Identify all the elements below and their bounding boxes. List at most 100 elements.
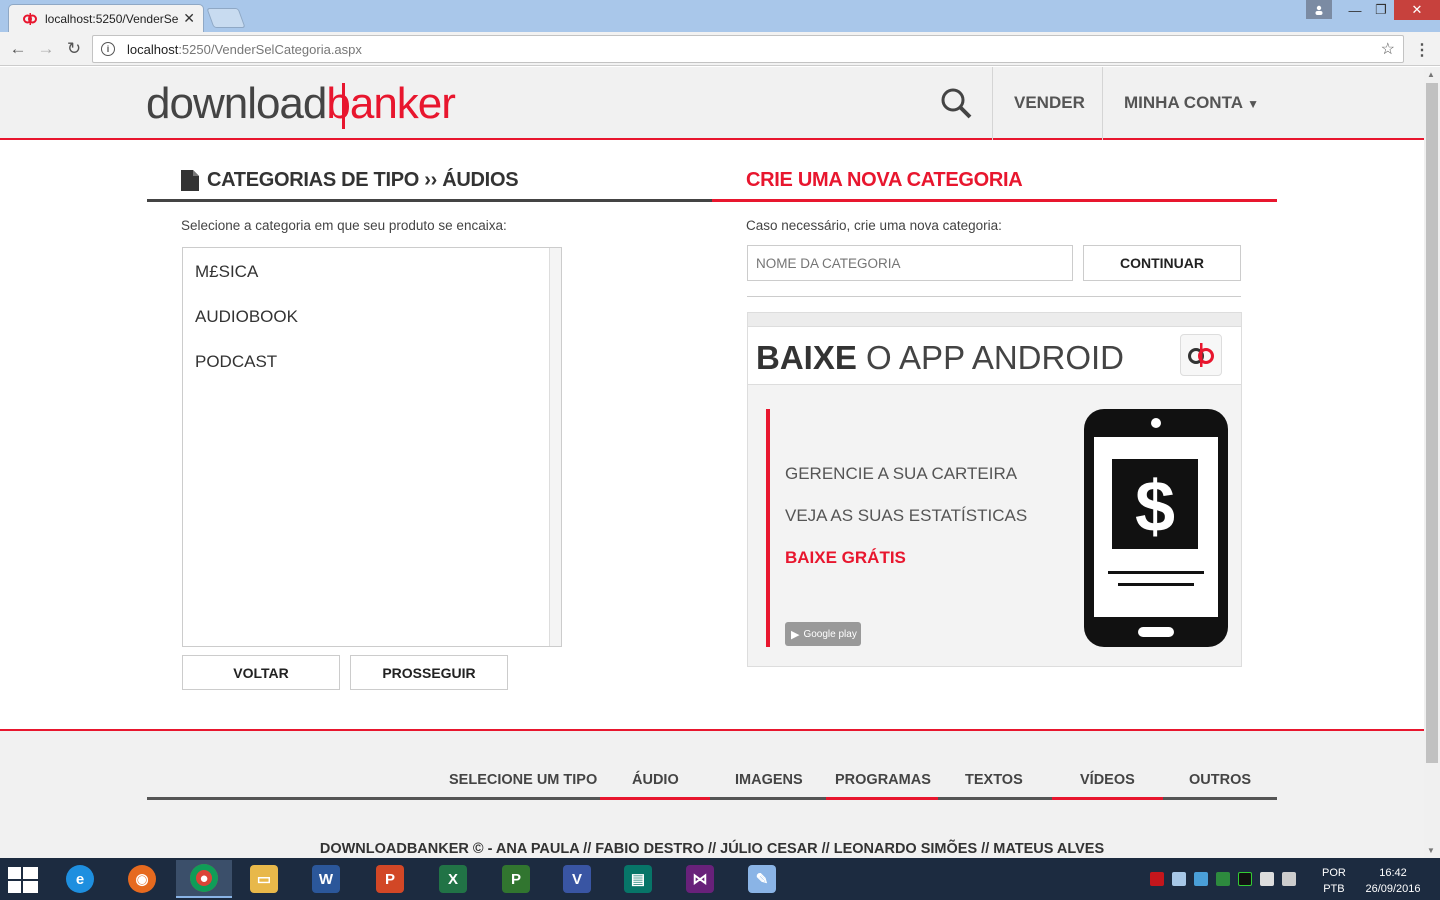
visual-studio-icon[interactable]: ⋈ xyxy=(672,860,728,898)
display-tray-icon[interactable] xyxy=(1260,872,1274,886)
internet-explorer-icon[interactable]: e xyxy=(52,860,108,898)
clock-time: 16:42 xyxy=(1379,867,1407,879)
listbox-scrollbar[interactable] xyxy=(549,248,561,646)
footer-nav-videos[interactable]: VÍDEOS xyxy=(1080,772,1135,788)
select-category-hint: Selecione a categoria em que seu produto… xyxy=(181,218,507,233)
back-button[interactable]: VOLTAR xyxy=(182,655,340,690)
category-name-input[interactable] xyxy=(747,245,1073,281)
network-tray-icon[interactable] xyxy=(1172,872,1186,886)
footer-nav-images[interactable]: IMAGENS xyxy=(735,772,803,788)
page-viewport: downloadbanker VENDER MINHA CONTA ▼ CATE… xyxy=(0,67,1424,858)
search-icon[interactable] xyxy=(940,87,972,119)
profile-icon[interactable] xyxy=(1306,0,1332,19)
footer-nav-others[interactable]: OUTROS xyxy=(1189,772,1251,788)
site-logo[interactable]: downloadbanker xyxy=(146,79,456,129)
system-clock[interactable]: 16:42 26/09/2016 xyxy=(1360,865,1426,897)
logo-text-dark: download xyxy=(146,79,327,128)
promo-line-stats: VEJA AS SUAS ESTATÍSTICAS xyxy=(785,506,1028,525)
excel-icon[interactable]: X xyxy=(425,860,481,898)
site-favicon-icon xyxy=(23,12,37,26)
phone-dollar-icon: $ xyxy=(1084,409,1228,647)
tab-strip: localhost:5250/VenderSe ✕ — ❐ ✕ xyxy=(0,0,1440,32)
publisher-icon[interactable]: ▤ xyxy=(610,860,666,898)
promo-line-free[interactable]: BAIXE GRÁTIS xyxy=(785,548,906,568)
chrome-icon[interactable]: ● xyxy=(176,860,232,898)
reload-icon[interactable]: ↻ xyxy=(62,37,86,61)
back-icon[interactable]: ← xyxy=(6,37,30,61)
footer-accent xyxy=(826,797,938,800)
site-header: downloadbanker VENDER MINHA CONTA ▼ xyxy=(0,67,1424,140)
info-icon[interactable]: i xyxy=(101,42,115,56)
right-title-rule xyxy=(712,199,1277,202)
app-tray-icon[interactable] xyxy=(1238,872,1252,886)
promo-line-wallet: GERENCIE A SUA CARTEIRA xyxy=(785,464,1018,483)
bookmark-star-icon[interactable]: ☆ xyxy=(1381,39,1395,59)
continue-button[interactable]: CONTINUAR xyxy=(1083,245,1241,281)
android-app-promo: BAIXE O APP ANDROID GERENCIE A SUA CARTE… xyxy=(747,312,1242,667)
close-window-button[interactable]: ✕ xyxy=(1394,0,1440,20)
play-store-icon: ▶ xyxy=(791,628,800,641)
promo-accent-bar xyxy=(766,409,770,647)
nav-my-account[interactable]: MINHA CONTA ▼ xyxy=(1124,93,1259,113)
visio-icon[interactable]: V xyxy=(549,860,605,898)
taskbar: e ◉ ● ▭ W P X P V ▤ ⋈ ✎ POR PTB 16:42 26… xyxy=(0,858,1440,900)
nav-sell[interactable]: VENDER xyxy=(1014,93,1085,113)
scroll-down-icon[interactable]: ▼ xyxy=(1427,846,1435,855)
project-icon[interactable]: P xyxy=(488,860,544,898)
volume-muted-icon[interactable] xyxy=(1282,872,1296,886)
svg-text:$: $ xyxy=(1135,467,1175,547)
forward-icon[interactable]: → xyxy=(34,37,58,61)
app-logo-icon xyxy=(1180,334,1222,376)
footer-nav-programs[interactable]: PROGRAMAS xyxy=(835,772,931,788)
lang-bottom: PTB xyxy=(1323,883,1345,895)
browser-tab[interactable]: localhost:5250/VenderSe ✕ xyxy=(8,4,204,32)
tab-title: localhost:5250/VenderSe xyxy=(45,11,179,26)
list-item[interactable]: PODCAST xyxy=(195,352,277,372)
scroll-thumb[interactable] xyxy=(1426,83,1438,763)
new-category-title: CRIE UMA NOVA CATEGORIA xyxy=(746,169,1023,191)
address-bar[interactable]: i localhost:5250/VenderSelCategoria.aspx… xyxy=(92,35,1404,63)
caret-down-icon: ▼ xyxy=(1247,97,1259,111)
tab-close-icon[interactable]: ✕ xyxy=(183,10,195,27)
scroll-up-icon[interactable]: ▲ xyxy=(1427,70,1435,79)
list-item[interactable]: AUDIOBOOK xyxy=(195,307,298,327)
promo-header: BAIXE O APP ANDROID xyxy=(748,327,1241,385)
file-explorer-icon[interactable]: ▭ xyxy=(236,860,292,898)
page-scrollbar[interactable]: ▲ ▼ xyxy=(1424,67,1440,858)
promo-top-band xyxy=(748,313,1241,327)
promo-heading-rest: O APP ANDROID xyxy=(856,339,1125,376)
system-tray xyxy=(1150,872,1296,886)
input-language[interactable]: POR PTB xyxy=(1322,865,1346,897)
footer-nav-audio[interactable]: ÁUDIO xyxy=(632,772,679,788)
lang-top: POR xyxy=(1322,867,1346,879)
url-path: :5250/VenderSelCategoria.aspx xyxy=(178,41,362,57)
proceed-button[interactable]: PROSSEGUIR xyxy=(350,655,508,690)
windows-start-icon[interactable] xyxy=(8,867,38,893)
browser-menu-icon[interactable]: ⋮ xyxy=(1414,40,1430,60)
google-play-badge[interactable]: ▶ Google play xyxy=(785,622,861,646)
acrobat-tray-icon[interactable] xyxy=(1150,872,1164,886)
footer-credits: DOWNLOADBANKER © - ANA PAULA // FABIO DE… xyxy=(319,841,1105,857)
logo-text-red: banker xyxy=(326,79,456,128)
minimize-button[interactable]: — xyxy=(1342,0,1368,20)
header-divider xyxy=(992,67,993,140)
logo-accent-line xyxy=(342,83,345,129)
new-tab-button[interactable] xyxy=(206,8,246,28)
header-divider xyxy=(1102,67,1103,140)
app-tray-icon[interactable] xyxy=(1216,872,1230,886)
google-play-label: Google play xyxy=(803,628,857,640)
word-icon[interactable]: W xyxy=(298,860,354,898)
firefox-icon[interactable]: ◉ xyxy=(114,860,170,898)
category-listbox[interactable]: M£SICA AUDIOBOOK PODCAST xyxy=(182,247,562,647)
powerpoint-icon[interactable]: P xyxy=(362,860,418,898)
promo-heading: BAIXE O APP ANDROID xyxy=(756,339,1124,377)
restore-button[interactable]: ❐ xyxy=(1368,0,1394,20)
footer-nav-texts[interactable]: TEXTOS xyxy=(965,772,1023,788)
list-item[interactable]: M£SICA xyxy=(195,262,258,282)
categories-title-text: CATEGORIAS DE TIPO ›› ÁUDIOS xyxy=(207,169,519,191)
left-title-rule xyxy=(147,199,712,202)
app-tray-icon[interactable] xyxy=(1194,872,1208,886)
footer-nav-select-type[interactable]: SELECIONE UM TIPO xyxy=(449,772,597,788)
notepad-icon[interactable]: ✎ xyxy=(734,860,790,898)
categories-title: CATEGORIAS DE TIPO ›› ÁUDIOS xyxy=(181,169,519,192)
